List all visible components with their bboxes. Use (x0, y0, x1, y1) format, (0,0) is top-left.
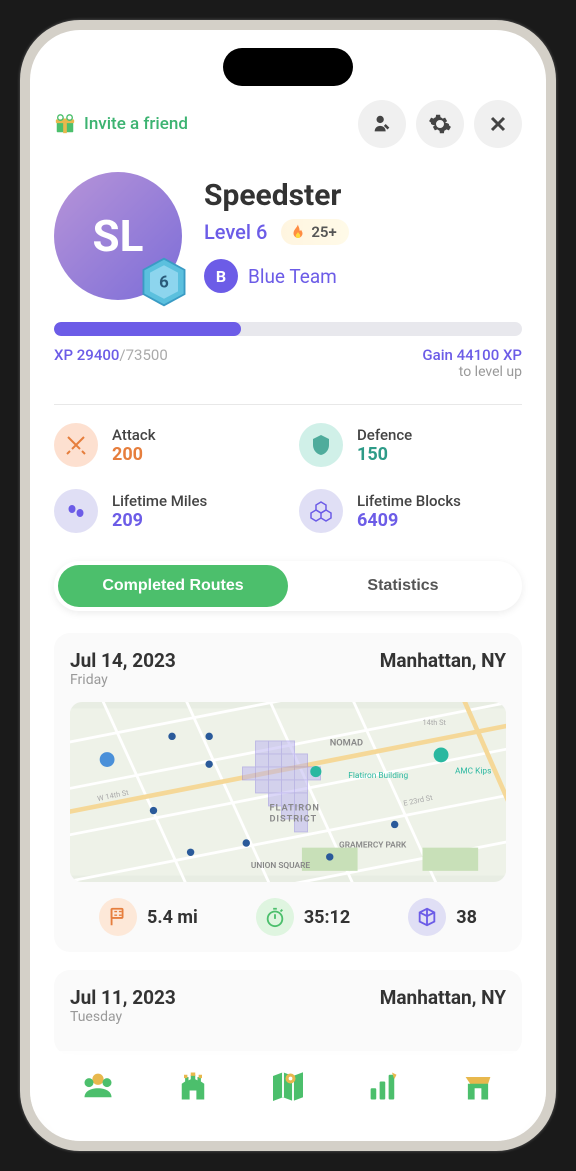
xp-section: XP 29400/73500 Gain 44100 XP to level up (54, 322, 522, 405)
streak-badge: 25+ (281, 219, 348, 245)
route-location: Manhattan, NY (380, 649, 506, 688)
route-distance: 5.4 mi (99, 898, 198, 936)
nav-castle[interactable] (169, 1062, 217, 1110)
level-badge: 6 (136, 254, 192, 310)
flag-icon (99, 898, 137, 936)
swords-icon (54, 423, 98, 467)
svg-text:Flatiron Building: Flatiron Building (348, 771, 408, 781)
route-time: 35:12 (256, 898, 350, 936)
route-card[interactable]: Jul 11, 2023 Tuesday Manhattan, NY (54, 970, 522, 1055)
route-date: Jul 11, 2023 (70, 986, 176, 1009)
xp-gain-wrapper: Gain 44100 XP to level up (422, 346, 522, 380)
svg-text:14th St: 14th St (423, 718, 447, 727)
route-day: Tuesday (70, 1009, 176, 1025)
invite-friend-button[interactable]: Invite a friend (54, 113, 188, 135)
notch (223, 48, 353, 86)
nav-shop[interactable] (454, 1062, 502, 1110)
team-row[interactable]: B Blue Team (204, 259, 522, 293)
svg-text:6: 6 (159, 273, 169, 293)
invite-friend-label: Invite a friend (84, 114, 188, 134)
stat-label: Attack (112, 426, 156, 444)
stat-value: 209 (112, 510, 207, 531)
footsteps-icon (54, 489, 98, 533)
stat-value: 200 (112, 444, 156, 465)
stat-label: Defence (357, 426, 412, 444)
tab-completed-routes[interactable]: Completed Routes (58, 565, 288, 607)
map-preview: NOMAD Flatiron Building AMC Kips FLATIRO… (70, 702, 506, 882)
route-day: Friday (70, 672, 176, 688)
route-card[interactable]: Jul 14, 2023 Friday Manhattan, NY (54, 633, 522, 952)
gift-icon (54, 113, 76, 135)
avatar-wrapper[interactable]: SL 6 (54, 172, 182, 300)
svg-text:GRAMERCY PARK: GRAMERCY PARK (339, 841, 407, 851)
header: Invite a friend (54, 100, 522, 148)
cube-icon (408, 898, 446, 936)
streak-value: 25+ (311, 223, 336, 241)
stat-label: Lifetime Miles (112, 492, 207, 510)
xp-current: XP 29400 (54, 346, 119, 364)
svg-text:AMC Kips: AMC Kips (455, 766, 491, 776)
bottom-nav (30, 1051, 546, 1141)
stopwatch-icon (256, 898, 294, 936)
stat-value: 6409 (357, 510, 461, 531)
close-button[interactable] (474, 100, 522, 148)
svg-text:UNION SQUARE: UNION SQUARE (251, 861, 311, 871)
stat-attack: Attack 200 (54, 423, 277, 467)
svg-text:NOMAD: NOMAD (330, 738, 363, 749)
route-blocks: 38 (408, 898, 477, 936)
tabs: Completed Routes Statistics (54, 561, 522, 611)
level-label: Level 6 (204, 220, 267, 244)
nav-stats[interactable] (359, 1062, 407, 1110)
xp-max: /73500 (119, 346, 167, 364)
route-date: Jul 14, 2023 (70, 649, 176, 672)
cubes-icon (299, 489, 343, 533)
profile-edit-button[interactable] (358, 100, 406, 148)
stat-label: Lifetime Blocks (357, 492, 461, 510)
nav-community[interactable] (74, 1062, 122, 1110)
xp-gain-sub: to level up (422, 364, 522, 380)
route-location: Manhattan, NY (380, 986, 506, 1025)
nav-map[interactable] (264, 1062, 312, 1110)
tab-statistics[interactable]: Statistics (288, 565, 518, 607)
stat-miles: Lifetime Miles 209 (54, 489, 277, 533)
svg-text:DISTRICT: DISTRICT (269, 814, 317, 825)
fire-icon (289, 223, 307, 241)
team-icon: B (204, 259, 238, 293)
xp-gain: Gain 44100 XP (422, 346, 522, 364)
settings-button[interactable] (416, 100, 464, 148)
xp-current-wrapper: XP 29400/73500 (54, 346, 168, 380)
svg-text:FLATIRON: FLATIRON (269, 803, 319, 814)
stat-defence: Defence 150 (299, 423, 522, 467)
username: Speedster (204, 178, 522, 213)
shield-icon (299, 423, 343, 467)
stat-value: 150 (357, 444, 412, 465)
team-name: Blue Team (248, 265, 337, 288)
stat-blocks: Lifetime Blocks 6409 (299, 489, 522, 533)
stats-grid: Attack 200 Defence 150 (54, 423, 522, 533)
profile-section: SL 6 Speedster Level 6 (54, 172, 522, 300)
xp-bar (54, 322, 522, 336)
